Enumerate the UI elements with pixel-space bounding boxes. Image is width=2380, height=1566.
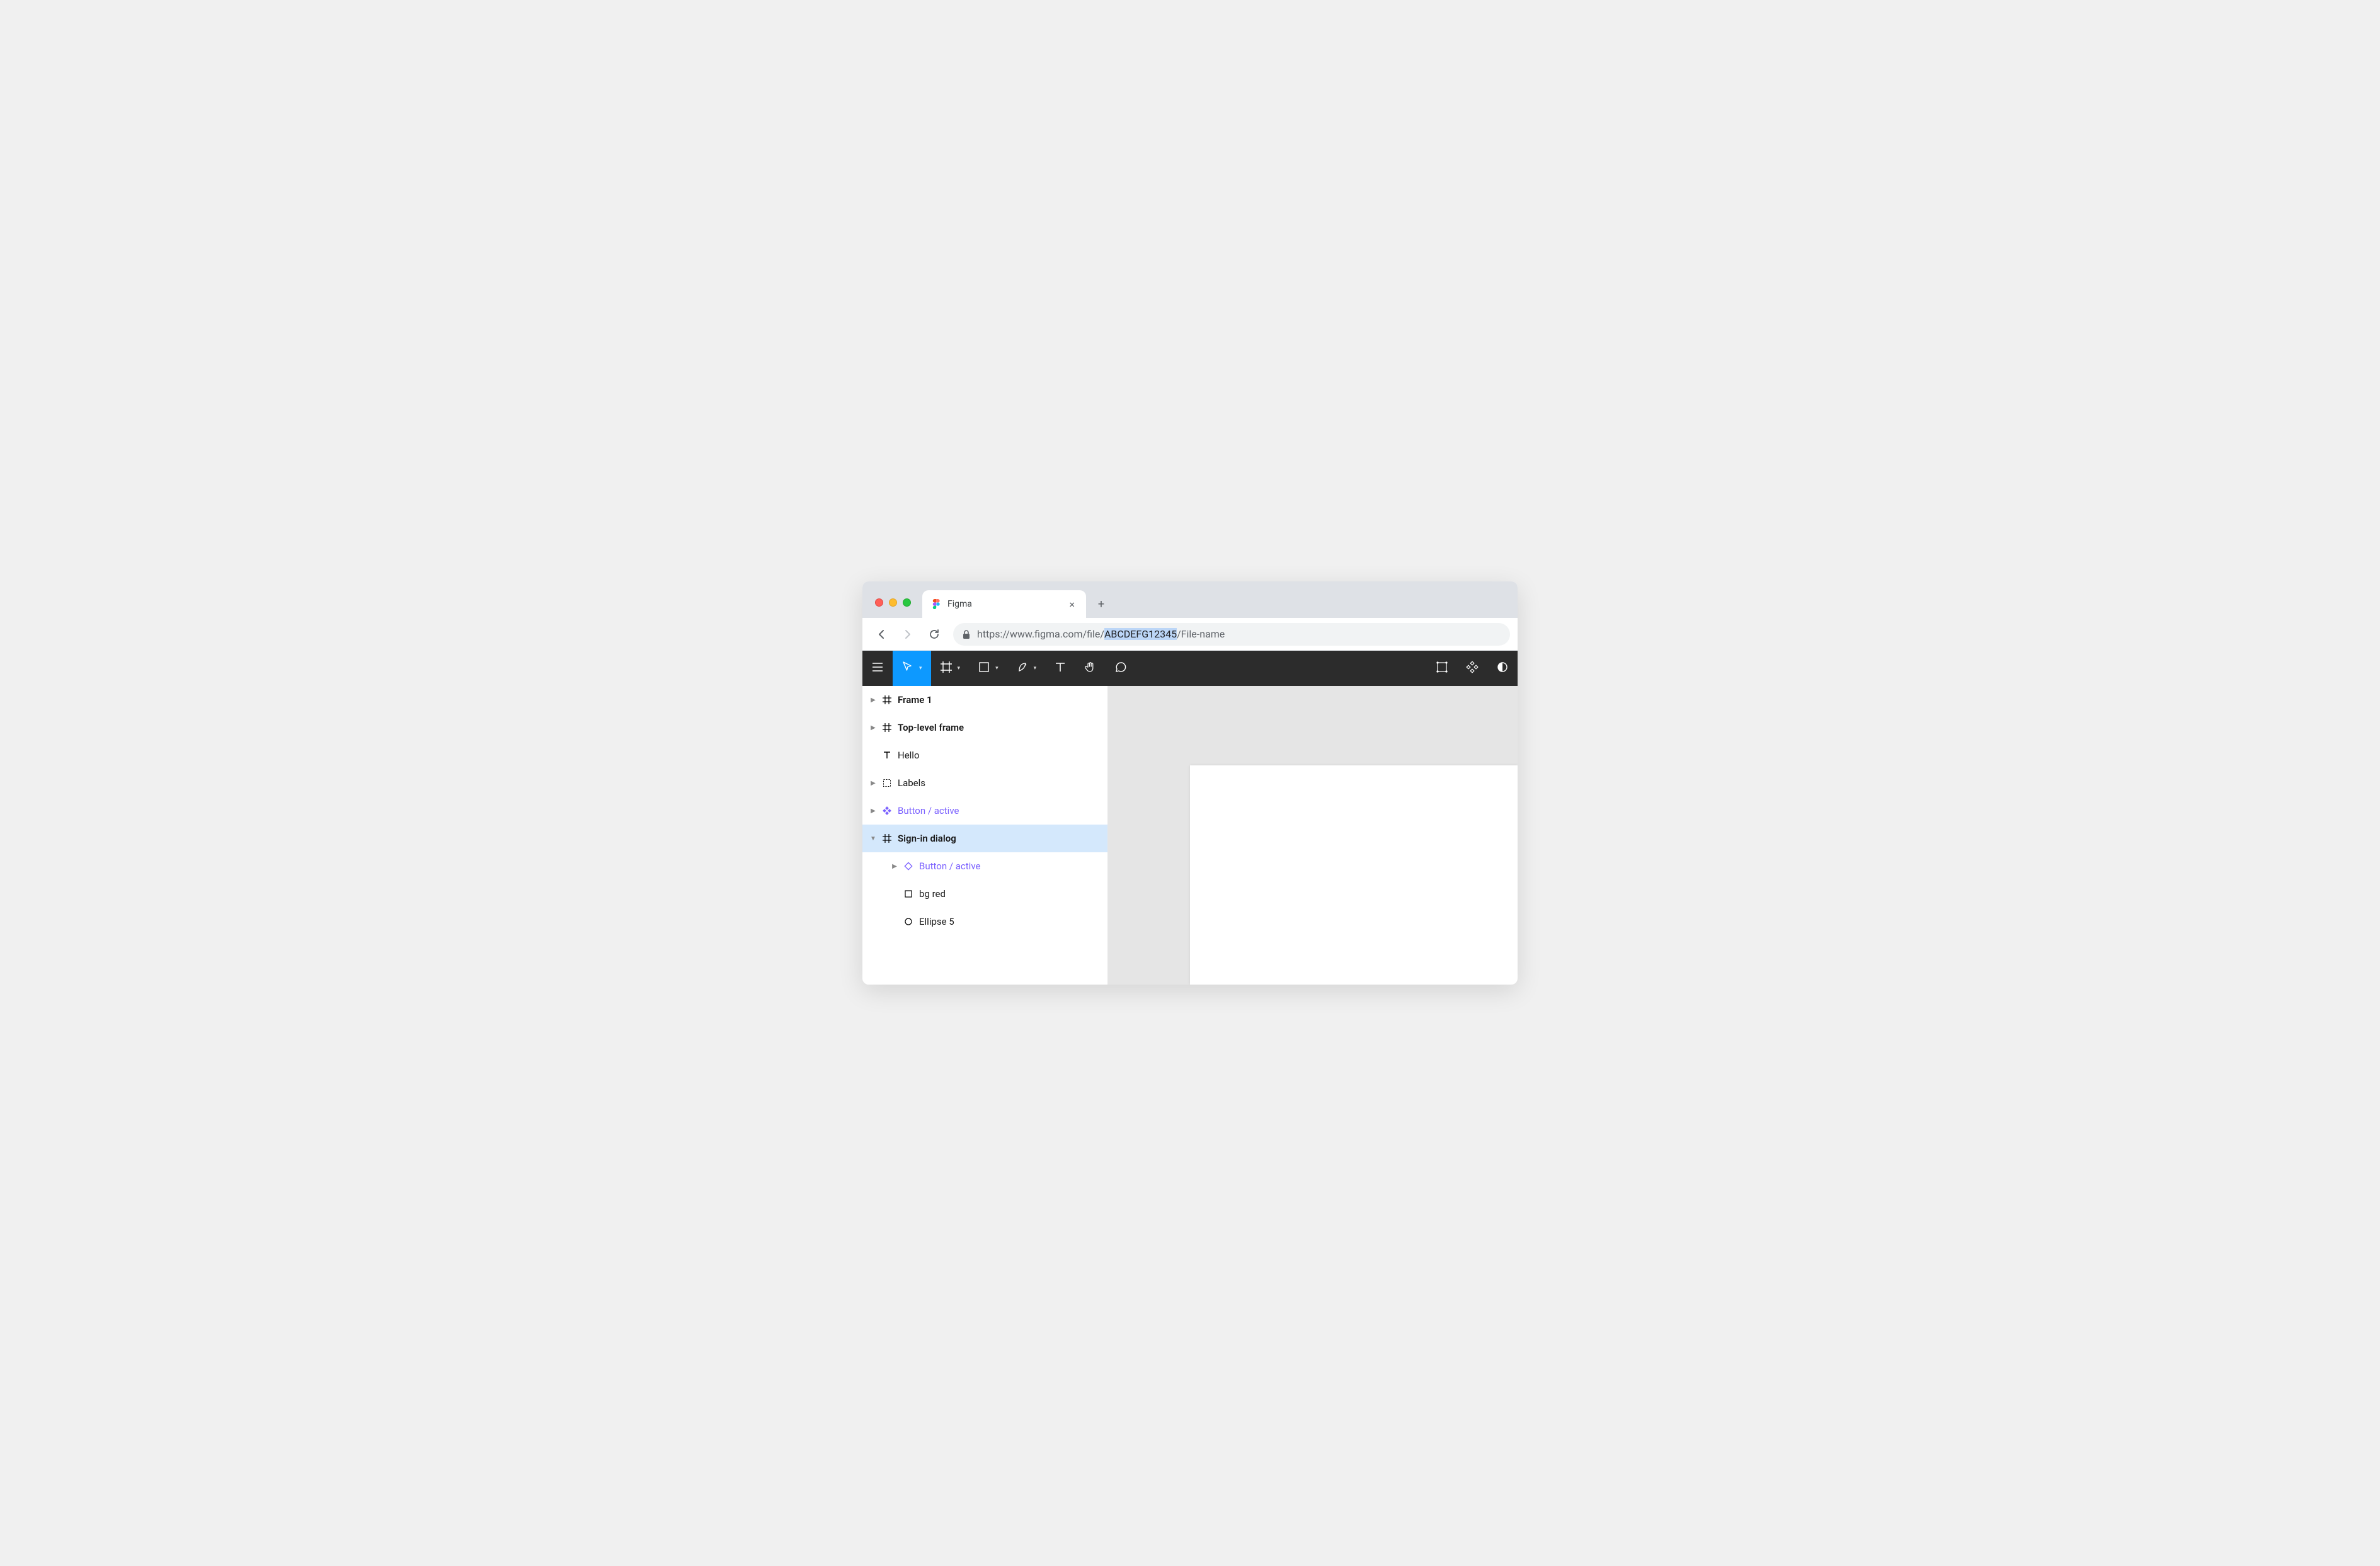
url-text: https://www.figma.com/file/ABCDEFG12345/… [977, 628, 1225, 640]
components-button[interactable] [1457, 651, 1487, 686]
move-tool[interactable]: ▾ [893, 651, 931, 686]
layer-row[interactable]: Hello [862, 741, 1107, 769]
mask-icon [1496, 661, 1509, 676]
chevron-down-icon: ▾ [958, 665, 961, 672]
frame-icon [881, 723, 893, 732]
layer-label: bg red [919, 888, 1107, 900]
hand-icon [1084, 661, 1097, 676]
layers-panel: ▶ Frame 1 ▶ Top-level frame Hello ▶ Labels ▶ But… [862, 686, 1108, 985]
text-icon [1054, 661, 1067, 676]
lock-icon [962, 630, 971, 639]
figma-favicon-icon [931, 599, 941, 609]
menu-icon [871, 661, 884, 676]
pen-tool[interactable]: ▾ [1007, 651, 1046, 686]
url-prefix: https://www.figma.com/file/ [977, 628, 1104, 640]
address-bar[interactable]: https://www.figma.com/file/ABCDEFG12345/… [953, 623, 1510, 646]
forward-button[interactable] [896, 623, 919, 646]
layer-row[interactable]: ▶ Labels [862, 769, 1107, 797]
canvas[interactable] [1108, 686, 1518, 985]
layer-row[interactable]: ▶ Button / active [862, 797, 1107, 825]
layer-row[interactable]: ▶ Top-level frame [862, 714, 1107, 741]
frame-icon [940, 661, 953, 676]
chevron-down-icon[interactable]: ▼ [870, 835, 876, 842]
layer-label: Labels [898, 777, 1107, 789]
window-minimize-button[interactable] [889, 598, 897, 607]
chevron-down-icon: ▾ [995, 665, 998, 672]
layer-row[interactable]: ▶ Button / active [862, 852, 1107, 880]
browser-window: Figma × + https://www.figma.com/file/ABC… [862, 581, 1518, 985]
frame-icon [881, 695, 893, 704]
layer-row[interactable]: bg red [862, 880, 1107, 908]
reload-button[interactable] [923, 623, 946, 646]
figma-toolbar: ▾ ▾ ▾ ▾ [862, 651, 1518, 686]
window-close-button[interactable] [875, 598, 883, 607]
chevron-down-icon: ▾ [1034, 665, 1037, 672]
comment-tool[interactable] [1106, 651, 1136, 686]
chevron-right-icon[interactable]: ▶ [870, 808, 876, 814]
chevron-right-icon[interactable]: ▶ [870, 697, 876, 704]
new-tab-button[interactable]: + [1092, 595, 1110, 613]
url-suffix: /File-name [1177, 628, 1225, 640]
browser-toolbar: https://www.figma.com/file/ABCDEFG12345/… [862, 618, 1518, 651]
components-icon [1466, 661, 1479, 676]
mask-button[interactable] [1487, 651, 1518, 686]
app-body: ▶ Frame 1 ▶ Top-level frame Hello ▶ Labels ▶ But… [862, 686, 1518, 985]
component-icon [881, 806, 893, 815]
group-icon [881, 779, 893, 787]
group-selection-button[interactable] [1427, 651, 1457, 686]
layer-label: Frame 1 [898, 694, 1107, 706]
rect-icon [903, 889, 914, 898]
browser-tab-strip: Figma × + [862, 581, 1518, 618]
canvas-frame[interactable] [1190, 765, 1518, 985]
layer-label: Sign-in dialog [898, 833, 1107, 844]
frame-tool[interactable]: ▾ [931, 651, 970, 686]
layer-label: Top-level frame [898, 722, 1107, 733]
text-icon [881, 751, 893, 760]
layer-row[interactable]: Ellipse 5 [862, 908, 1107, 935]
chevron-right-icon[interactable]: ▶ [870, 780, 876, 787]
browser-tab[interactable]: Figma × [922, 590, 1086, 618]
pen-icon [1016, 661, 1029, 676]
text-tool[interactable] [1045, 651, 1075, 686]
shape-icon [978, 661, 990, 676]
chevron-right-icon[interactable]: ▶ [891, 863, 898, 870]
chevron-right-icon[interactable]: ▶ [870, 724, 876, 731]
group-selection-icon [1436, 661, 1448, 676]
layer-row[interactable]: ▼ Sign-in dialog [862, 825, 1107, 852]
chevron-down-icon: ▾ [919, 665, 922, 672]
frame-icon [881, 834, 893, 843]
move-icon [901, 661, 914, 676]
figma-app: ▾ ▾ ▾ ▾ ▶ Frame 1 ▶ Top-level frame Hello ▶ Label… [862, 651, 1518, 985]
layer-label: Hello [898, 750, 1107, 761]
instance-icon [903, 862, 914, 871]
hand-tool[interactable] [1075, 651, 1106, 686]
layer-row[interactable]: ▶ Frame 1 [862, 686, 1107, 714]
tab-title: Figma [947, 599, 1060, 609]
tab-close-button[interactable]: × [1067, 597, 1077, 612]
ellipse-icon [903, 917, 914, 926]
layer-label: Button / active [898, 805, 1107, 816]
back-button[interactable] [870, 623, 893, 646]
window-maximize-button[interactable] [903, 598, 911, 607]
shape-tool[interactable]: ▾ [969, 651, 1007, 686]
menu-tool[interactable] [862, 651, 893, 686]
window-controls [869, 598, 922, 618]
layer-label: Ellipse 5 [919, 916, 1107, 927]
comment-icon [1114, 661, 1127, 676]
layer-label: Button / active [919, 860, 1107, 872]
url-file-id-highlighted: ABCDEFG12345 [1104, 628, 1177, 640]
